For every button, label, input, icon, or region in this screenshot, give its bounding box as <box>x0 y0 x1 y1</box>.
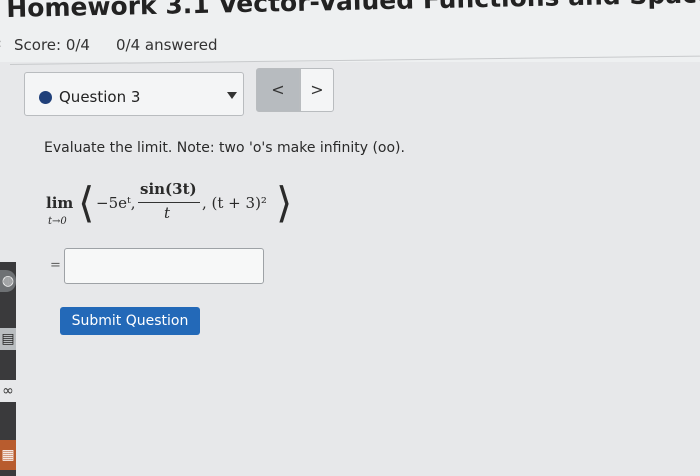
answered-count: 0/4 answered <box>116 36 218 54</box>
caret-down-icon <box>227 92 237 99</box>
answer-input[interactable] <box>64 248 264 284</box>
question-select-label: Question 3 <box>59 88 141 106</box>
lim-subscript: t→0 <box>48 216 67 227</box>
component-2-numerator: sin(3t) <box>140 180 197 198</box>
right-angle-bracket: ⟩ <box>276 178 293 227</box>
submit-question-button[interactable]: Submit Question <box>60 307 200 335</box>
question-select[interactable]: Question 3 <box>24 72 244 116</box>
assignment-title: Homework 3.1 Vector-Valued Functions and… <box>6 0 700 23</box>
left-angle-bracket: ⟨ <box>78 178 95 227</box>
calculator-icon[interactable]: ▦ <box>0 440 16 470</box>
page-header: Homework 3.1 Vector-Valued Functions and… <box>0 0 700 62</box>
limit-expression: lim t→0 ⟨ −5eᵗ, sin(3t) t , (t + 3)² ⟩ <box>46 176 306 236</box>
people-icon[interactable]: ∞ <box>0 380 16 402</box>
fraction-bar <box>138 202 200 203</box>
component-3: , (t + 3)² <box>202 194 267 212</box>
back-chevron-icon[interactable]: ‹ <box>0 36 2 52</box>
next-question-button[interactable]: > <box>300 68 334 112</box>
question-nav: < > <box>256 68 334 112</box>
score-text: Score: 0/4 <box>14 36 90 54</box>
whiteboard-icon[interactable]: ▤ <box>0 328 16 350</box>
lim-operator: lim <box>46 194 74 212</box>
prev-question-button[interactable]: < <box>256 68 300 112</box>
component-2-denominator: t <box>164 204 171 222</box>
globe-icon[interactable]: ◍ <box>0 270 16 292</box>
status-dot-icon <box>39 91 52 104</box>
question-prompt: Evaluate the limit. Note: two 'o's make … <box>44 140 405 156</box>
equals-sign: = <box>50 258 61 273</box>
component-1: −5eᵗ, <box>96 194 136 212</box>
